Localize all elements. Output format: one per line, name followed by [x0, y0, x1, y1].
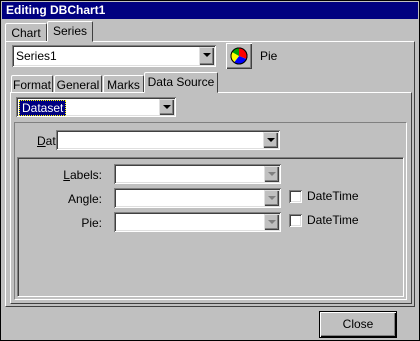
series-select[interactable]: Series1	[12, 45, 216, 67]
pie-select[interactable]	[114, 212, 281, 232]
tab-data-source[interactable]: Data Source	[144, 72, 218, 93]
pie-datetime-checkbox[interactable]	[289, 214, 302, 227]
close-button-label: Close	[342, 317, 374, 331]
angle-datetime-label: DateTime	[307, 189, 359, 203]
pie-datetime-label: DateTime	[307, 213, 359, 227]
close-button[interactable]: Close	[320, 312, 396, 337]
tab-marks-label: Marks	[107, 78, 140, 92]
tab-general-label: General	[56, 78, 100, 92]
pie-chart-icon	[230, 47, 248, 65]
window-title: Editing DBChart1	[6, 3, 106, 17]
labels-select[interactable]	[114, 164, 281, 184]
series-type-button[interactable]	[226, 43, 252, 69]
tab-chart-label: Chart	[11, 26, 41, 40]
title-bar: Editing DBChart1	[2, 2, 418, 19]
chevron-down-icon[interactable]	[264, 166, 279, 182]
series-type-label: Pie	[260, 49, 278, 63]
field-pie-label: Pie:	[81, 216, 102, 230]
series-select-value: Series1	[16, 49, 57, 63]
chevron-down-icon[interactable]	[264, 190, 279, 206]
source-type-value: Dataset	[19, 100, 67, 116]
angle-datetime-checkbox[interactable]	[289, 190, 302, 203]
tab-series[interactable]: Series	[47, 21, 93, 42]
tab-general[interactable]: General	[54, 75, 102, 93]
tab-format[interactable]: Format	[11, 75, 53, 93]
angle-select[interactable]	[114, 188, 281, 208]
tab-format-label: Format	[12, 78, 51, 92]
tab-marks[interactable]: Marks	[103, 75, 144, 93]
chevron-down-icon[interactable]	[199, 47, 214, 65]
tab-data-source-label: Data Source	[147, 75, 215, 89]
tab-chart[interactable]: Chart	[5, 23, 47, 41]
source-type-select[interactable]: Dataset	[16, 97, 176, 117]
chevron-down-icon[interactable]	[264, 214, 279, 230]
editor-window: Editing DBChart1 Chart Series Series1 Pi…	[0, 0, 420, 341]
tab-series-label: Series	[52, 24, 87, 38]
chevron-down-icon[interactable]	[263, 132, 278, 148]
field-angle-label: Angle:	[67, 192, 102, 206]
dataset-select[interactable]	[56, 130, 280, 150]
chevron-down-icon[interactable]	[159, 99, 174, 115]
field-labels-label: Labels:	[63, 168, 102, 182]
